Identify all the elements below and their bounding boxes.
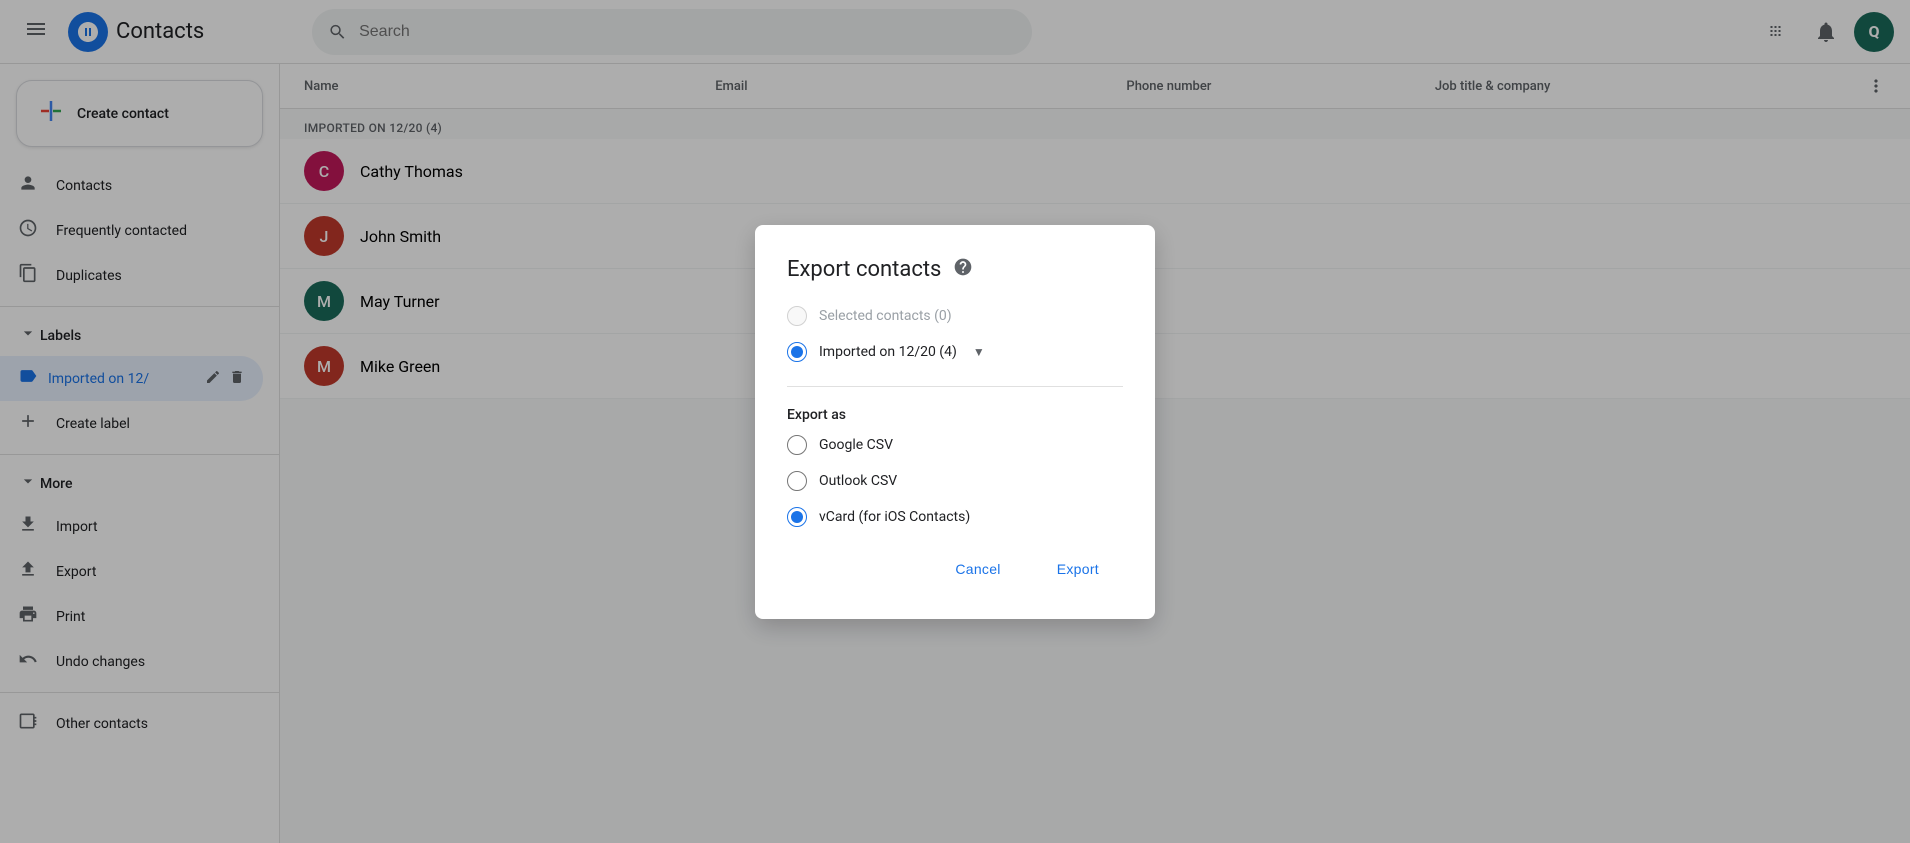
- selected-contacts-radio[interactable]: [787, 306, 807, 326]
- cancel-button[interactable]: Cancel: [931, 551, 1024, 587]
- outlook-csv-radio[interactable]: [787, 471, 807, 491]
- outlook-csv-label: Outlook CSV: [819, 473, 897, 489]
- help-icon[interactable]: [953, 257, 973, 282]
- selected-contacts-label: Selected contacts (0): [819, 308, 952, 324]
- contacts-selection-group: Selected contacts (0) Imported on 12/20 …: [787, 306, 1123, 362]
- vcard-option[interactable]: vCard (for iOS Contacts): [787, 507, 1123, 527]
- format-selection-group: Google CSV Outlook CSV vCard (for iOS Co…: [787, 435, 1123, 527]
- imported-contacts-radio[interactable]: [787, 342, 807, 362]
- export-as-title: Export as: [787, 407, 1123, 423]
- modal-overlay[interactable]: Export contacts Selected contacts (0) Im…: [0, 0, 1910, 843]
- dialog-title-row: Export contacts: [787, 257, 1123, 282]
- export-contacts-dialog: Export contacts Selected contacts (0) Im…: [755, 225, 1155, 619]
- vcard-radio[interactable]: [787, 507, 807, 527]
- dropdown-arrow-icon[interactable]: ▼: [973, 345, 985, 359]
- dialog-title-text: Export contacts: [787, 257, 941, 282]
- outlook-csv-option[interactable]: Outlook CSV: [787, 471, 1123, 491]
- dialog-actions: Cancel Export: [787, 551, 1123, 587]
- selected-contacts-option[interactable]: Selected contacts (0): [787, 306, 1123, 326]
- imported-contacts-option[interactable]: Imported on 12/20 (4) ▼: [787, 342, 1123, 362]
- google-csv-radio[interactable]: [787, 435, 807, 455]
- google-csv-option[interactable]: Google CSV: [787, 435, 1123, 455]
- dialog-divider: [787, 386, 1123, 387]
- vcard-label: vCard (for iOS Contacts): [819, 509, 970, 525]
- imported-contacts-label: Imported on 12/20 (4): [819, 344, 957, 360]
- export-button[interactable]: Export: [1033, 551, 1123, 587]
- export-as-section: Export as Google CSV Outlook CSV vCard (…: [787, 407, 1123, 527]
- google-csv-label: Google CSV: [819, 437, 893, 453]
